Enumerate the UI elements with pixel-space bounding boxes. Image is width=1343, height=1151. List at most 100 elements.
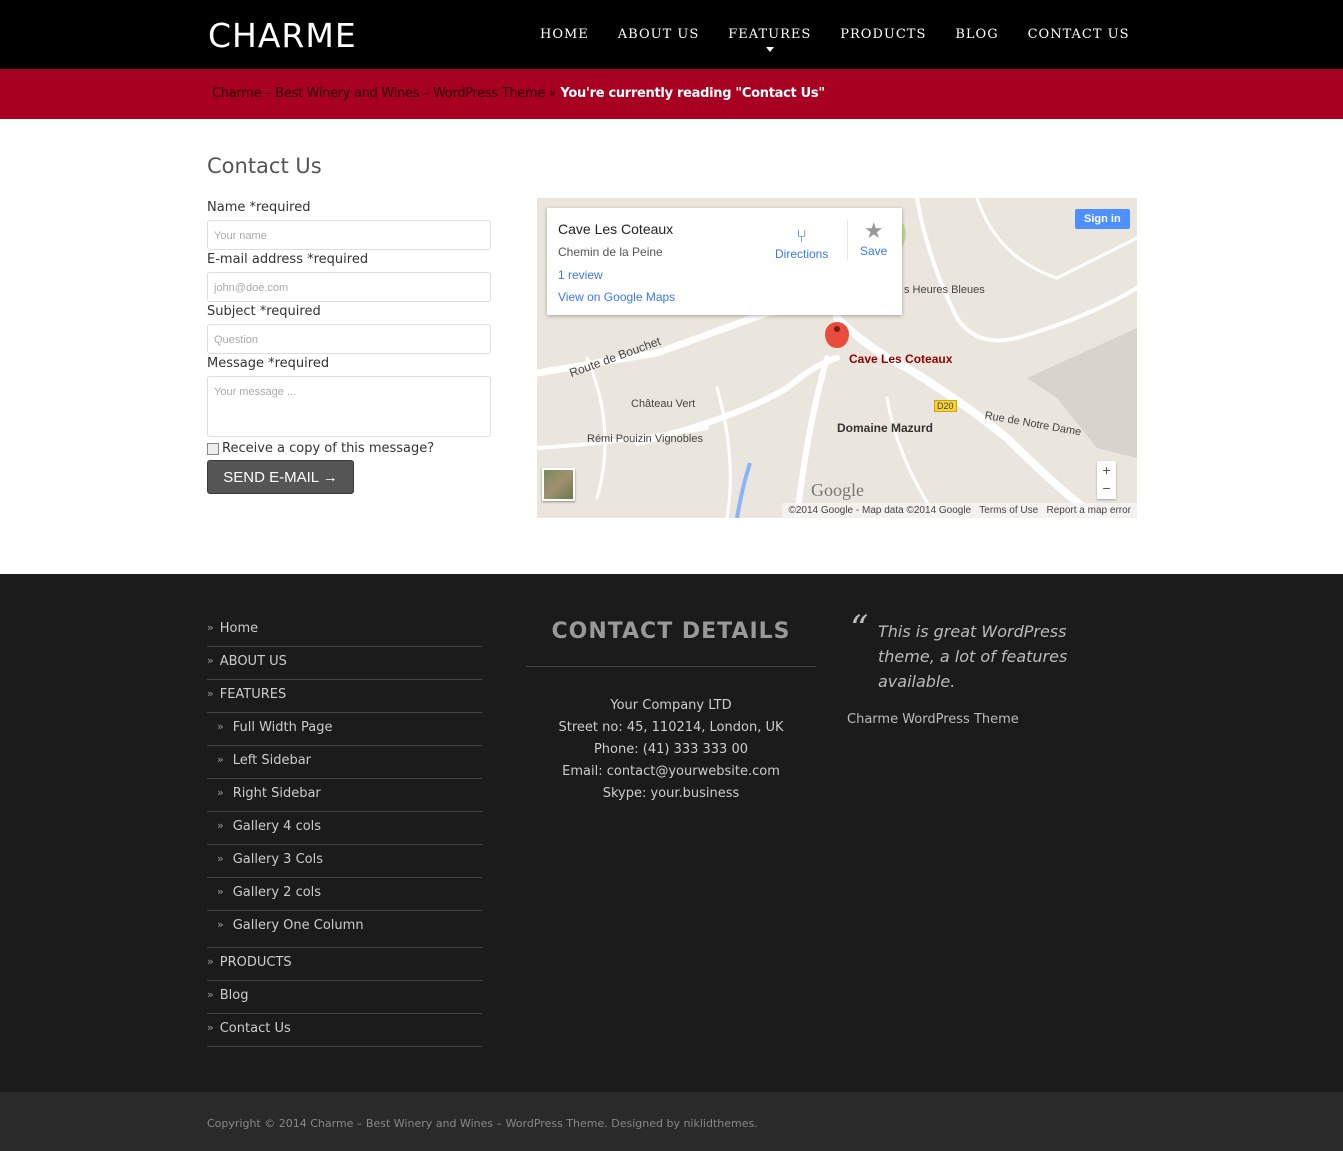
quote-mark-icon: “ [850, 609, 869, 650]
map-attribution: ©2014 Google - Map data ©2014 Google Ter… [782, 503, 1137, 518]
breadcrumb-home-link[interactable]: Charme – Best Winery and Wines – WordPre… [212, 86, 545, 101]
chevron-right-icon: » [207, 988, 214, 1001]
footer-menu: » Home» ABOUT US» FEATURES» Full Width Page»… [207, 614, 482, 1047]
page-title: Contact Us [207, 154, 322, 178]
report-error-link[interactable]: Report a map error [1047, 505, 1131, 516]
footer-menu-label: Blog [219, 988, 249, 1003]
zoom-controls: + − [1097, 461, 1116, 499]
footer-menu-item[interactable]: » Right Sidebar [207, 779, 482, 812]
footer-menu-label: PRODUCTS [219, 955, 292, 970]
nav-about[interactable]: ABOUT US [618, 27, 699, 42]
copy-label: Receive a copy of this message? [222, 441, 435, 456]
map-marker-label: Cave Les Coteaux [849, 352, 953, 366]
footer-menu-label: Gallery 2 cols [232, 885, 322, 900]
save-label: Save [860, 244, 888, 258]
terms-link[interactable]: Terms of Use [979, 505, 1038, 516]
copy-checkbox[interactable] [207, 442, 219, 455]
subject-label: Subject *required [207, 304, 321, 319]
footer-menu-item[interactable]: » Gallery 3 Cols [207, 845, 482, 878]
star-icon: ★ [863, 218, 884, 243]
send-email-button[interactable]: SEND E-MAIL → [207, 460, 354, 494]
footer-menu-item[interactable]: » PRODUCTS [207, 948, 482, 981]
footer-menu-item[interactable]: » Contact Us [207, 1014, 482, 1047]
nav-features[interactable]: FEATURES [728, 27, 812, 52]
footer-menu-label: Full Width Page [232, 720, 333, 735]
chevron-right-icon: » [217, 852, 224, 865]
attribution-text: ©2014 Google - Map data ©2014 Google [788, 505, 972, 516]
footer: » Home» ABOUT US» FEATURES» Full Width Page»… [0, 574, 1343, 1092]
chevron-right-icon: » [217, 786, 224, 799]
footer-menu-item[interactable]: » Gallery One Column [207, 911, 482, 948]
footer-menu-item[interactable]: » Gallery 4 cols [207, 812, 482, 845]
site-logo[interactable]: CHARME [208, 16, 357, 55]
map-label-remi: Rémi Pouizin Vignobles [587, 433, 703, 445]
phone: Phone: (41) 333 333 00 [593, 742, 749, 757]
top-bar: CHARME HOME ABOUT US FEATURES PRODUCTS B… [0, 0, 1343, 69]
message-textarea[interactable]: Your message ... [207, 376, 491, 437]
main-nav: HOME ABOUT US FEATURES PRODUCTS BLOG CON… [540, 27, 1159, 52]
footer-menu-label: Left Sidebar [232, 753, 312, 768]
footer-menu-item[interactable]: » Gallery 2 cols [207, 878, 482, 911]
place-info-card: Cave Les Coteaux Chemin de la Peine 1 re… [547, 208, 902, 315]
save-button[interactable]: ★ Save [860, 218, 887, 258]
skype: Skype: your.business [602, 786, 740, 801]
chevron-right-icon: » [217, 918, 224, 931]
contact-details: CONTACT DETAILS Your Company LTD Street … [526, 619, 816, 805]
footer-menu-label: Home [219, 621, 259, 636]
footer-menu-label: Contact Us [219, 1021, 291, 1036]
chevron-right-icon: » [217, 720, 224, 733]
company-name: Your Company LTD [610, 698, 732, 713]
contact-form: Name *required Your name E-mail address … [207, 200, 491, 494]
caret-down-icon [765, 47, 774, 56]
nav-blog[interactable]: BLOG [955, 27, 998, 42]
copyright-text: Copyright © 2014 Charme – Best Winery an… [207, 1117, 758, 1130]
chevron-right-icon: » [207, 1021, 214, 1034]
chevron-right-icon: » [207, 621, 214, 634]
copyright-bar: Copyright © 2014 Charme – Best Winery an… [0, 1092, 1343, 1151]
chevron-right-icon: » [207, 687, 214, 700]
chevron-right-icon: » [217, 885, 224, 898]
breadcrumb: Charme – Best Winery and Wines – WordPre… [0, 69, 1343, 119]
footer-menu-item[interactable]: » FEATURES [207, 680, 482, 713]
name-input[interactable]: Your name [207, 220, 491, 250]
message-label: Message *required [207, 356, 330, 371]
directions-icon: ⑂ [796, 226, 808, 246]
directions-button[interactable]: ⑂ Directions [775, 226, 828, 261]
zoom-in-button[interactable]: + [1097, 461, 1116, 479]
chevron-right-icon: » [207, 955, 214, 968]
map-label-chateau: Château Vert [631, 398, 696, 410]
reviews-link[interactable]: 1 review [558, 268, 603, 282]
google-map[interactable]: s Heures Bleues Route de Bouchet Château… [537, 198, 1137, 518]
nav-contact[interactable]: CONTACT US [1028, 27, 1130, 42]
copy-checkbox-row[interactable]: Receive a copy of this message? [207, 441, 491, 456]
footer-menu-label: Gallery 3 Cols [232, 852, 323, 867]
footer-menu-item[interactable]: » ABOUT US [207, 647, 482, 680]
nav-features-label: FEATURES [728, 27, 812, 42]
divider [847, 220, 848, 260]
view-on-google-maps-link[interactable]: View on Google Maps [558, 290, 675, 304]
testimonial: “This is great WordPress theme, a lot of… [847, 609, 1127, 728]
breadcrumb-separator: » [545, 86, 561, 101]
street: Street no: 45, 110214, London, UK [558, 720, 784, 735]
map-label-domaine: Domaine Mazurd [837, 421, 934, 435]
directions-label: Directions [775, 247, 829, 261]
sign-in-button[interactable]: Sign in [1075, 209, 1130, 229]
footer-menu-label: FEATURES [219, 687, 287, 702]
footer-menu-item[interactable]: » Home [207, 614, 482, 647]
footer-menu-item[interactable]: » Full Width Page [207, 713, 482, 746]
quote-author: Charme WordPress Theme [847, 712, 1019, 727]
footer-menu-label: Gallery One Column [232, 918, 364, 933]
nav-products[interactable]: PRODUCTS [840, 27, 926, 42]
satellite-toggle[interactable] [542, 468, 575, 501]
zoom-out-button[interactable]: − [1097, 479, 1116, 497]
email-input[interactable]: john@doe.com [207, 272, 491, 302]
email-label: E-mail address *required [207, 252, 369, 267]
footer-menu-label: Gallery 4 cols [232, 819, 322, 834]
nav-home[interactable]: HOME [540, 27, 589, 42]
footer-menu-label: Right Sidebar [232, 786, 321, 801]
breadcrumb-current: You're currently reading "Contact Us" [560, 86, 825, 101]
footer-menu-item[interactable]: » Left Sidebar [207, 746, 482, 779]
subject-input[interactable]: Question [207, 324, 491, 354]
footer-menu-item[interactable]: » Blog [207, 981, 482, 1014]
email: Email: contact@yourwebsite.com [562, 764, 780, 779]
